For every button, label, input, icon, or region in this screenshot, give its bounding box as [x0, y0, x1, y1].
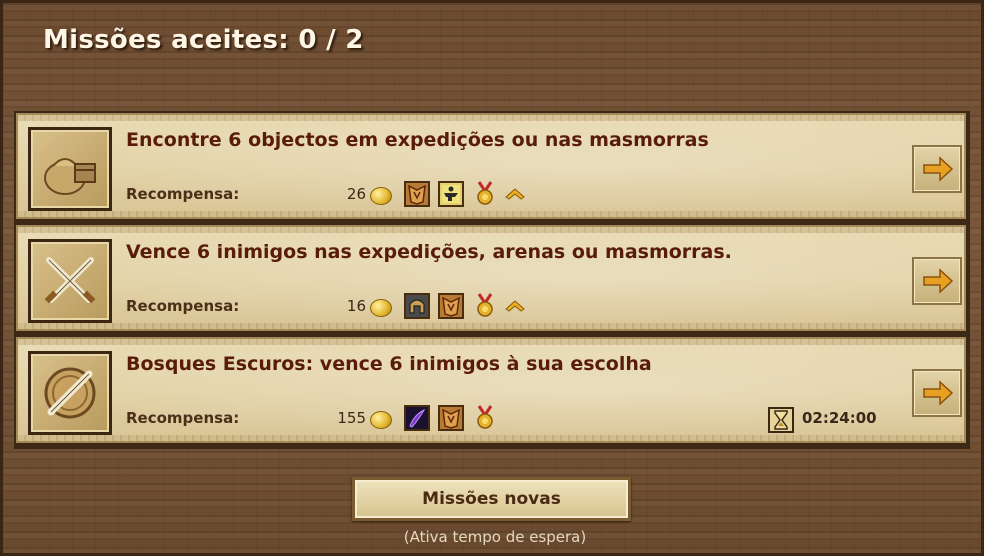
accepted-quests-title: Missões aceites: 0 / 2 [43, 25, 364, 55]
quest-description: Bosques Escuros: vence 6 inimigos à sua … [126, 353, 652, 375]
gold-coin-icon [370, 411, 392, 429]
armor-icon[interactable] [404, 181, 430, 207]
quest-row-3: Bosques Escuros: vence 6 inimigos à sua … [16, 337, 966, 443]
arrow-right-icon [923, 380, 954, 406]
medal-icon[interactable] [476, 293, 494, 319]
reward-gold-amount: 26 [346, 185, 366, 203]
helmet-icon[interactable] [404, 293, 430, 319]
open-quest-button[interactable] [912, 257, 962, 305]
quest-board: Missões aceites: 0 / 2 Encontre 6 object… [0, 0, 984, 556]
chevron-rank-icon[interactable] [504, 297, 526, 313]
reward-gold-amount: 16 [346, 297, 366, 315]
quest-row-1: Encontre 6 objectos em expedições ou nas… [16, 113, 966, 219]
sword-shield-icon [28, 351, 112, 435]
open-quest-button[interactable] [912, 369, 962, 417]
reward-label: Recompensa: [126, 409, 240, 427]
loot-bag-icon [28, 127, 112, 211]
arrow-right-icon [923, 268, 954, 294]
gold-coin-icon [370, 187, 392, 205]
quest-list: Encontre 6 objectos em expedições ou nas… [14, 111, 970, 449]
quest-row-2: Vence 6 inimigos nas expedições, arenas … [16, 225, 966, 331]
cooldown-note: (Ativa tempo de espera) [403, 528, 587, 546]
arrow-right-icon [923, 156, 954, 182]
new-quests-button[interactable]: Missões novas [352, 477, 631, 521]
reward-label: Recompensa: [126, 297, 240, 315]
chevron-rank-icon[interactable] [504, 185, 526, 201]
hourglass-icon [768, 407, 794, 433]
quest-description: Encontre 6 objectos em expedições ou nas… [126, 129, 709, 151]
armor-icon[interactable] [438, 293, 464, 319]
dark-blade-icon[interactable] [404, 405, 430, 431]
quest-description: Vence 6 inimigos nas expedições, arenas … [126, 241, 732, 263]
gold-coin-icon [370, 299, 392, 317]
quest-timer: 02:24:00 [802, 409, 877, 427]
reward-label: Recompensa: [126, 185, 240, 203]
crossed-swords-icon [28, 239, 112, 323]
medal-icon[interactable] [476, 405, 494, 431]
armor-icon[interactable] [438, 405, 464, 431]
medal-icon[interactable] [476, 181, 494, 207]
open-quest-button[interactable] [912, 145, 962, 193]
reward-gold-amount: 155 [337, 409, 366, 427]
anvil-icon[interactable] [438, 181, 464, 207]
